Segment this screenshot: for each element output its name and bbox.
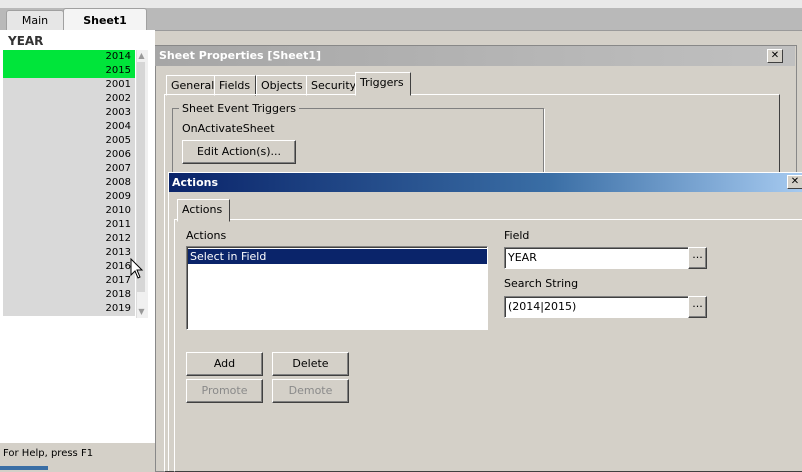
listbox-item[interactable]: 2018 [3,288,135,302]
actions-close-icon[interactable]: ✕ [787,175,802,189]
field-browse-button[interactable]: ... [688,247,707,269]
listbox-item[interactable]: 2015 [3,64,135,78]
listbox-item[interactable]: 2005 [3,134,135,148]
search-string-label: Search String [504,277,579,290]
actions-titlebar[interactable] [169,173,802,192]
sheet-properties-close-icon[interactable]: ✕ [767,49,783,63]
taskbar-accent [0,466,48,470]
promote-button[interactable]: Promote [186,379,263,403]
search-string-input[interactable]: (2014|2015) [504,296,691,318]
edit-actions-button[interactable]: Edit Action(s)... [182,140,296,164]
tab-actions[interactable]: Actions [177,199,230,222]
tab-main[interactable]: Main [6,10,64,31]
listbox-item[interactable]: 2010 [3,204,135,218]
actions-list-label: Actions [186,229,227,242]
tab-fields[interactable]: Fields [214,75,256,96]
action-item-select-in-field[interactable]: Select in Field [188,249,487,264]
scroll-up-icon[interactable]: ▲ [137,51,146,61]
mouse-pointer-icon [130,258,144,279]
listbox-item[interactable]: 2013 [3,246,135,260]
listbox-item[interactable]: 2002 [3,92,135,106]
listbox-item[interactable]: 2001 [3,78,135,92]
tab-general[interactable]: General [166,75,215,96]
search-string-browse-button[interactable]: ... [688,296,707,318]
listbox-item[interactable]: 2012 [3,232,135,246]
tab-sheet1[interactable]: Sheet1 [63,8,147,32]
listbox-item[interactable]: 2011 [3,218,135,232]
listbox-title: YEAR [8,34,44,48]
listbox-item[interactable]: 2006 [3,148,135,162]
tab-objects[interactable]: Objects [256,75,308,96]
tab-triggers[interactable]: Triggers [355,72,411,96]
listbox-item[interactable]: 2007 [3,162,135,176]
listbox-item[interactable]: 2014 [3,50,135,64]
scroll-down-icon[interactable]: ▼ [137,307,146,317]
add-button[interactable]: Add [186,352,263,376]
delete-button[interactable]: Delete [272,352,349,376]
listbox-item[interactable]: 2008 [3,176,135,190]
sheet-event-triggers-label: Sheet Event Triggers [179,102,299,115]
listbox-item[interactable]: 2016 [3,260,135,274]
listbox-items: 2014 2015 2001 2002 2003 2004 2005 2006 2007 2008… [3,50,135,316]
tab-security[interactable]: Security [306,75,360,96]
field-input[interactable]: YEAR [504,247,691,269]
status-text: For Help, press F1 [3,448,94,459]
on-activate-sheet-label: OnActivateSheet [182,122,275,135]
sheet-properties-title: Sheet Properties [Sheet1] [159,49,322,62]
listbox-item[interactable]: 2019 [3,302,135,316]
listbox-item[interactable]: 2003 [3,106,135,120]
listbox-item[interactable]: 2004 [3,120,135,134]
sheet-tab-strip: Main Sheet1 [0,8,802,32]
listbox-item[interactable]: 2017 [3,274,135,288]
demote-button[interactable]: Demote [272,379,349,403]
listbox-item[interactable]: 2009 [3,190,135,204]
actions-title: Actions [172,176,218,189]
field-label: Field [504,229,530,242]
